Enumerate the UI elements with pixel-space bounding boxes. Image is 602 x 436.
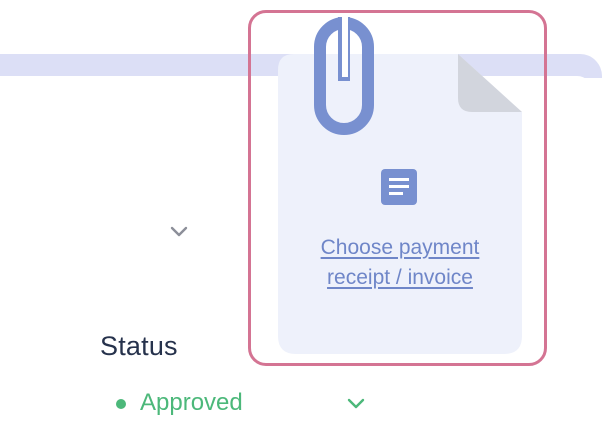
page: Status Approved Choose payment receipt /… [0,0,602,436]
status-label: Status [100,331,178,361]
status-value: Approved [140,389,243,416]
chevron-down-icon[interactable] [168,224,190,240]
highlight-frame [248,10,547,366]
chevron-down-icon[interactable] [345,396,367,412]
status-dot [116,399,126,409]
